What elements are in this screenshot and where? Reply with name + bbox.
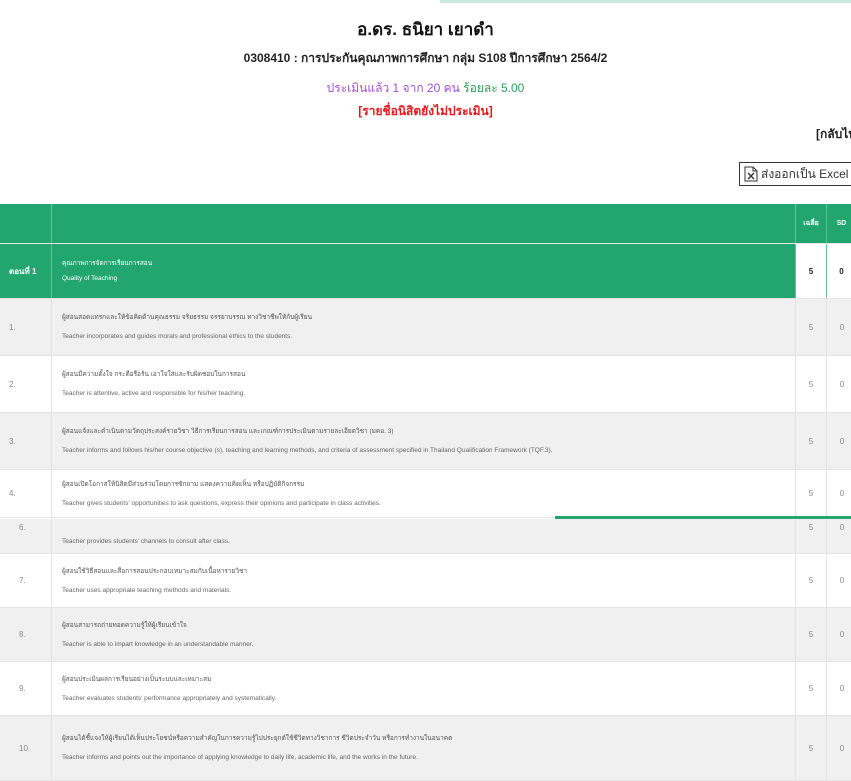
table-row: 4. ผู้สอนเปิดโอกาสให้นิสิตมีส่วนร่วมโดยก… <box>0 470 851 518</box>
row-sd: 0 <box>839 489 845 498</box>
question-en: Teacher gives students' opportunities to… <box>62 499 381 507</box>
question-th: ผู้สอนสอดแทรกและให้ข้อคิดด้านคุณธรรม จริ… <box>62 314 313 321</box>
row-num: 1. <box>0 299 52 355</box>
progress-count: ประเมินแล้ว 1 จาก 20 คน <box>326 81 460 95</box>
section-label: ตอนที่ 1 <box>0 244 52 298</box>
row-avg: 5 <box>796 299 827 355</box>
row-num: 10. <box>10 716 52 780</box>
row-avg: 5 <box>796 662 827 715</box>
question-th: ผู้สอนได้ชี้แจงให้ผู้เรียนได้เห็นประโยชน… <box>62 735 453 742</box>
row-sd: 0 <box>839 379 845 389</box>
question-en: Teacher incorporates and guides morals a… <box>62 333 293 340</box>
row-num: 4. <box>0 470 52 517</box>
row-sd: 0 <box>839 322 845 332</box>
row-question: ผู้สอนแจ้งและดำเนินตามวัตถุประสงค์รายวิช… <box>52 413 796 469</box>
question-en: Teacher is able to impart knowledge in a… <box>62 640 254 648</box>
export-excel-button[interactable]: ส่งออกเป็น Excel <box>739 162 851 186</box>
row-avg: 5 <box>796 470 827 517</box>
row-question: ผู้สอนสอดแทรกและให้ข้อคิดด้านคุณธรรม จริ… <box>52 299 796 355</box>
row-avg: 5 <box>796 519 827 553</box>
table-row: 10. ผู้สอนได้ชี้แจงให้ผู้เรียนได้เห็นประ… <box>0 716 851 781</box>
row-avg: 5 <box>796 554 827 607</box>
row-question: ผู้สอนประเมินผลการเรียนอย่างเป็นระบบและเ… <box>52 662 796 715</box>
row-question: ผู้สอนสามารถถ่ายทอดความรู้ให้ผู้เรียนเข้… <box>52 608 796 661</box>
back-link[interactable]: [กลับไป <box>816 125 851 144</box>
table-row: 1. ผู้สอนสอดแทรกและให้ข้อคิดด้านคุณธรรม … <box>0 299 851 356</box>
table-row: 9. ผู้สอนประเมินผลการเรียนอย่างเป็นระบบแ… <box>0 662 851 716</box>
header-question-cell <box>52 204 796 243</box>
row-num: 2. <box>0 356 52 412</box>
question-en: Teacher informs and follows his/her cour… <box>62 447 553 454</box>
question-th: ผู้สอนแจ้งและดำเนินตามวัตถุประสงค์รายวิช… <box>62 428 394 435</box>
row-num: 6. <box>10 519 52 553</box>
row-sd: 0 <box>839 684 845 693</box>
section-row: ตอนที่ 1 คุณภาพการจัดการเรียนการสอน Qual… <box>0 244 851 299</box>
row-question: Teacher provides students' channels to c… <box>52 519 796 553</box>
question-th: ผู้สอนเปิดโอกาสให้นิสิตมีส่วนร่วมโดยการซ… <box>62 480 305 488</box>
row-avg: 5 <box>796 413 827 469</box>
row-question: ผู้สอนเปิดโอกาสให้นิสิตมีส่วนร่วมโดยการซ… <box>52 470 796 517</box>
question-en: Teacher evaluates students' performance … <box>62 694 277 702</box>
table-row: 8. ผู้สอนสามารถถ่ายทอดความรู้ให้ผู้เรียน… <box>0 608 851 662</box>
course-title: 0308410 : การประกันคุณภาพการศึกษา กลุ่ม … <box>243 51 608 65</box>
progress-percent: ร้อยละ 5.00 <box>463 81 525 95</box>
section-avg: 5 <box>796 244 827 298</box>
instructor-name: อ.ดร. ธนิยา เยาดำ <box>357 20 494 39</box>
question-en: Teacher informs and points out the impor… <box>62 754 418 761</box>
header-num-cell <box>0 204 52 243</box>
row-avg: 5 <box>796 608 827 661</box>
top-accent-bar <box>440 0 851 3</box>
section-title-en: Quality of Teaching <box>62 275 118 282</box>
question-th: ผู้สอนใช้วิธีสอนและสื่อการสอนประกอบเหมาะ… <box>62 567 248 575</box>
table-row: 7. ผู้สอนใช้วิธีสอนและสื่อการสอนประกอบเห… <box>0 554 851 608</box>
evaluation-progress: ประเมินแล้ว 1 จาก 20 คน ร้อยละ 5.00 <box>0 79 851 98</box>
table-header-row: เฉลี่ย SD <box>0 204 851 244</box>
row-num: 9. <box>10 662 52 715</box>
not-evaluated-link[interactable]: [รายชื่อนิสิตยังไม่ประเมิน] <box>0 102 851 121</box>
row-sd: 0 <box>839 436 845 446</box>
question-th: ผู้สอนมีความตั้งใจ กระตือรือร้น เอาใจใส่… <box>62 371 246 378</box>
row-question: ผู้สอนได้ชี้แจงให้ผู้เรียนได้เห็นประโยชน… <box>52 716 796 780</box>
row-sd: 0 <box>839 523 845 532</box>
question-th: ผู้สอนประเมินผลการเรียนอย่างเป็นระบบและเ… <box>62 675 212 683</box>
row-num: 8. <box>10 608 52 661</box>
excel-file-icon <box>744 166 758 182</box>
row-sd: 0 <box>839 630 845 639</box>
row-avg: 5 <box>796 356 827 412</box>
row-sd: 0 <box>839 743 845 753</box>
row-avg: 5 <box>796 716 827 780</box>
row-num: 7. <box>10 554 52 607</box>
table-row: 3. ผู้สอนแจ้งและดำเนินตามวัตถุประสงค์ราย… <box>0 413 851 470</box>
question-en: Teacher provides students' channels to c… <box>62 537 230 545</box>
header-sd: SD <box>827 204 851 243</box>
export-excel-label: ส่งออกเป็น Excel <box>761 166 849 181</box>
section-sd: 0 <box>827 244 851 298</box>
row-sd: 0 <box>839 576 845 585</box>
question-th: ผู้สอนสามารถถ่ายทอดความรู้ให้ผู้เรียนเข้… <box>62 621 187 629</box>
table-row: 6. Teacher provides students' channels t… <box>0 519 851 554</box>
row-question: ผู้สอนมีความตั้งใจ กระตือรือร้น เอาใจใส่… <box>52 356 796 412</box>
section-title: คุณภาพการจัดการเรียนการสอน Quality of Te… <box>52 244 796 298</box>
row-question: ผู้สอนใช้วิธีสอนและสื่อการสอนประกอบเหมาะ… <box>52 554 796 607</box>
section-title-th: คุณภาพการจัดการเรียนการสอน <box>62 260 153 267</box>
header-avg: เฉลี่ย <box>796 204 827 243</box>
row-num: 3. <box>0 413 52 469</box>
table-row: 2. ผู้สอนมีความตั้งใจ กระตือรือร้น เอาใจ… <box>0 356 851 413</box>
question-en: Teacher uses appropriate teaching method… <box>62 586 232 594</box>
question-en: Teacher is attentive, active and respons… <box>62 390 246 397</box>
